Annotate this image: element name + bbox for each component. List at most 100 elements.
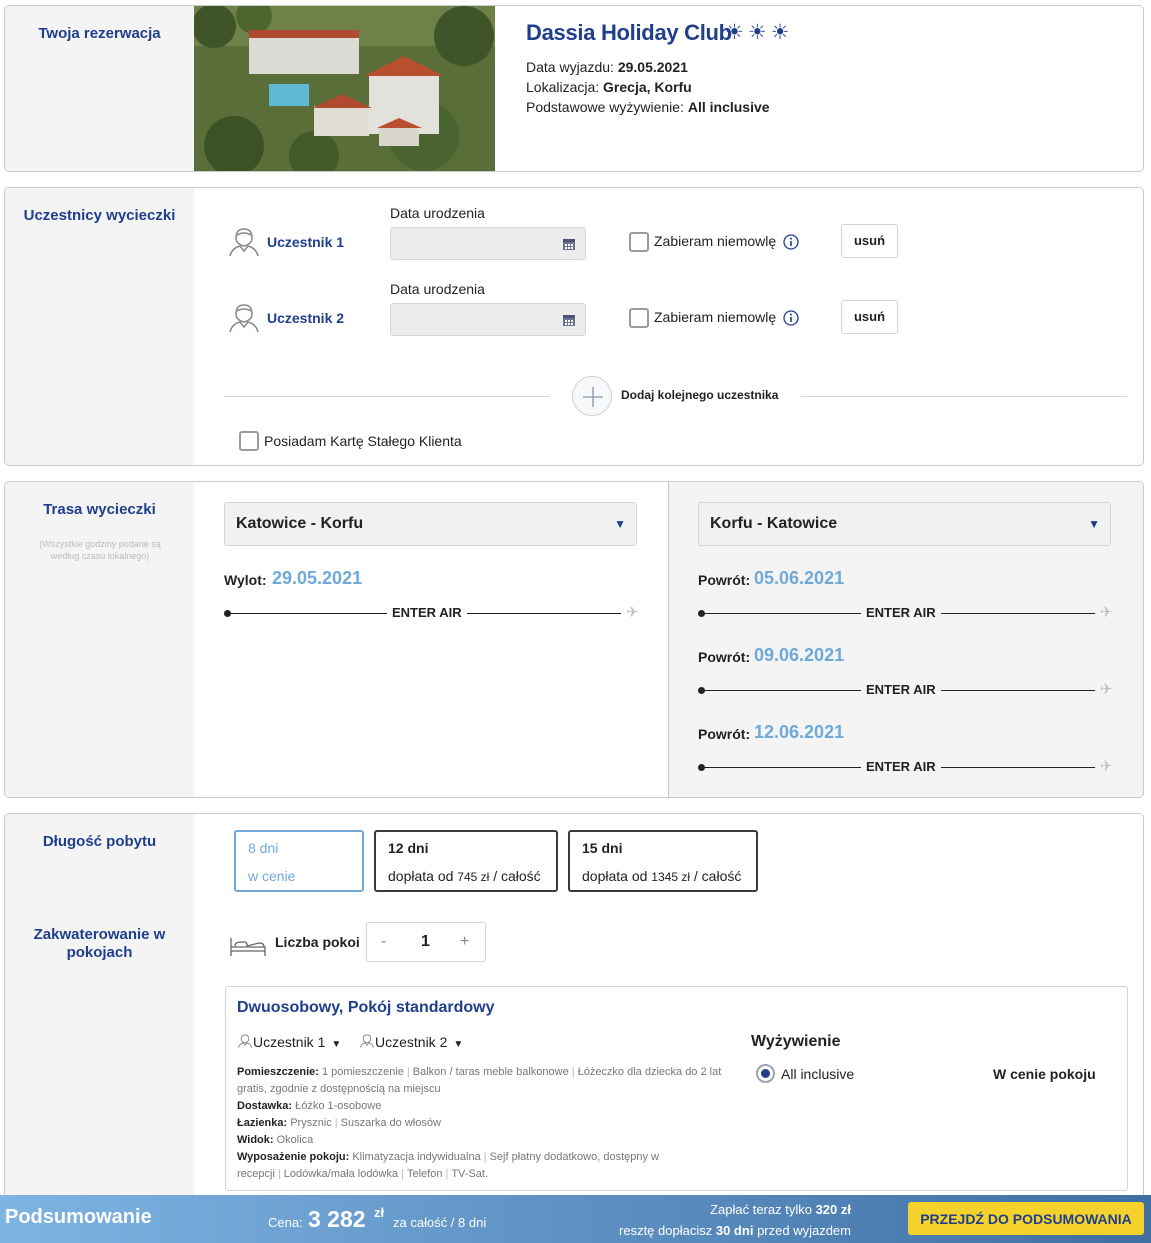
dob-input[interactable]: [390, 227, 586, 260]
stay-price: dopłata od 745 zł / całość: [388, 868, 541, 884]
room-detail-bed: Dostawka: Łóżko 1-osobowe: [237, 1100, 382, 1112]
participants-card: Uczestnicy wycieczki Uczestnik 1 Data ur…: [4, 187, 1144, 466]
stay-days: 15 dni: [582, 840, 623, 856]
calendar-icon[interactable]: [562, 313, 576, 327]
bed-icon: [230, 938, 266, 956]
person-icon: [229, 228, 259, 257]
room-detail-room: Pomieszczenie: 1 pomieszczenie | Balkon / …: [237, 1066, 722, 1095]
room-detail-bath: Łazienka: Prysznic | Suszarka do włosów: [237, 1117, 441, 1129]
price-value: 3 282: [308, 1206, 366, 1232]
stay-section-title: Długość pobytu: [42, 833, 157, 850]
chevron-down-icon: ▼: [1088, 517, 1100, 531]
price-suffix: za całość / 8 dni: [393, 1215, 487, 1230]
infant-label: Zabieram niemowlę: [654, 309, 777, 325]
calendar-icon[interactable]: [562, 237, 576, 251]
carrier-name: ENTER AIR: [861, 682, 941, 697]
room-details: Pomieszczenie: 1 pomieszczenie | Balkon / …: [237, 1064, 742, 1183]
route-sidebar: [5, 482, 194, 797]
room-detail-view: Widok: Okolica: [237, 1134, 314, 1146]
dob-input[interactable]: [390, 303, 586, 336]
add-participant-button[interactable]: [572, 376, 612, 416]
meal-radio[interactable]: [756, 1064, 775, 1083]
carrier-name: ENTER AIR: [387, 605, 467, 620]
summary-title: Podsumowanie: [5, 1206, 152, 1228]
stay-option-15[interactable]: 15 dni dopłata od 1345 zł / całość: [568, 830, 758, 892]
stay-card: Długość pobytu Zakwaterowanie w pokojach…: [4, 813, 1144, 1243]
rooms-stepper[interactable]: - 1 +: [366, 922, 486, 962]
return-label: Powrót:: [698, 726, 751, 742]
room-title: Dwuosobowy, Pokój standardowy: [237, 999, 495, 1016]
chevron-down-icon: ▼: [453, 1039, 464, 1050]
accommodation-section-title: Zakwaterowanie w pokojach: [33, 926, 166, 961]
person-icon: [359, 1034, 375, 1048]
meal-price: W cenie pokoju: [993, 1066, 1096, 1082]
person-icon: [237, 1034, 253, 1048]
stay-price: dopłata od 1345 zł / całość: [582, 868, 742, 884]
remove-participant-button[interactable]: usuń: [841, 224, 898, 258]
route-card: Trasa wycieczki (Wszystkie godziny podan…: [4, 481, 1144, 798]
plane-icon: ✈: [1100, 758, 1113, 775]
participant-1-label: Uczestnik 1: [267, 234, 345, 250]
chevron-down-icon: ▼: [331, 1039, 342, 1050]
go-to-summary-button[interactable]: PRZEJDŹ DO PODSUMOWANIA: [908, 1202, 1144, 1235]
stay-option-12[interactable]: 12 dni dopłata od 745 zł / całość: [374, 830, 558, 892]
participants-section-title: Uczestnicy wycieczki: [23, 207, 176, 224]
outbound-date: 29.05.2021: [272, 568, 363, 588]
location: Lokalizacja: Grecja, Korfu: [526, 79, 692, 95]
hotel-photo: [194, 6, 495, 171]
add-participant-label[interactable]: Dodaj kolejnego uczestnika: [621, 388, 778, 402]
divider: [801, 396, 1127, 397]
room-participant-select-2[interactable]: Uczestnik 2 ▼: [359, 1033, 463, 1050]
stay-sidebar: [5, 814, 194, 1243]
rooms-count-value: 1: [421, 933, 430, 950]
increment-button[interactable]: +: [460, 923, 469, 961]
divider: [224, 396, 550, 397]
outbound-route-select[interactable]: Katowice - Korfu ▼: [224, 502, 637, 546]
return-label: Powrót:: [698, 649, 751, 665]
return-date[interactable]: 05.06.2021: [754, 568, 844, 589]
return-panel: Korfu - Katowice ▼ Powrót: 05.06.2021 ENT…: [668, 482, 1143, 797]
hotel-rating-suns: ☀☀☀: [725, 21, 794, 44]
carrier-name: ENTER AIR: [861, 759, 941, 774]
dob-label: Data urodzenia: [390, 205, 485, 221]
infant-checkbox[interactable]: [629, 232, 649, 252]
infant-label: Zabieram niemowlę: [654, 233, 777, 249]
info-icon[interactable]: [783, 234, 799, 250]
stay-option-8[interactable]: 8 dni w cenie: [234, 830, 364, 892]
meal-heading: Wyżywienie: [751, 1033, 841, 1050]
price-label: Cena:: [268, 1215, 303, 1230]
rooms-count-label: Liczba pokoi: [275, 934, 360, 950]
reservation-section-title: Twoja rezerwacja: [38, 25, 161, 42]
pay-now-info: Zapłać teraz tylko 320 zł: [710, 1202, 851, 1217]
room-card: Dwuosobowy, Pokój standardowy Uczestnik …: [225, 986, 1128, 1191]
plus-icon: [583, 387, 603, 407]
return-route-select[interactable]: Korfu - Katowice ▼: [698, 502, 1111, 546]
loyalty-card-label: Posiadam Kartę Stałego Klienta: [264, 433, 462, 449]
stay-days: 12 dni: [388, 840, 429, 856]
board-type: Podstawowe wyżywienie: All inclusive: [526, 99, 770, 115]
person-icon: [229, 304, 259, 333]
chevron-down-icon: ▼: [614, 517, 626, 531]
return-date[interactable]: 12.06.2021: [754, 722, 844, 743]
hotel-name: Dassia Holiday Club: [526, 20, 732, 45]
decrement-button[interactable]: -: [381, 923, 386, 961]
return-date[interactable]: 09.06.2021: [754, 645, 844, 666]
stay-price: w cenie: [248, 868, 296, 884]
timezone-note: (Wszystkie godziny podane są według czas…: [39, 539, 161, 561]
participant-2-label: Uczestnik 2: [267, 310, 345, 326]
info-icon[interactable]: [783, 310, 799, 326]
participants-sidebar: [5, 188, 194, 465]
meal-option-label[interactable]: All inclusive: [781, 1066, 854, 1082]
plane-icon: ✈: [1100, 604, 1113, 621]
reservation-card: Twoja rezerwacja Dassia Holiday Club ☀☀☀…: [4, 5, 1144, 172]
route-section-title: Trasa wycieczki: [43, 501, 156, 518]
return-label: Powrót:: [698, 572, 751, 588]
room-participant-select-1[interactable]: Uczestnik 1 ▼: [237, 1033, 341, 1050]
stay-days: 8 dni: [248, 840, 279, 856]
remove-participant-button[interactable]: usuń: [841, 300, 898, 334]
infant-checkbox[interactable]: [629, 308, 649, 328]
dob-label: Data urodzenia: [390, 281, 485, 297]
room-detail-equipment: Wyposażenie pokoju: Klimatyzacja indywid…: [237, 1151, 659, 1180]
loyalty-card-checkbox[interactable]: [239, 431, 259, 451]
pay-rest-info: resztę dopłacisz 30 dni przed wyjazdem: [619, 1223, 851, 1238]
